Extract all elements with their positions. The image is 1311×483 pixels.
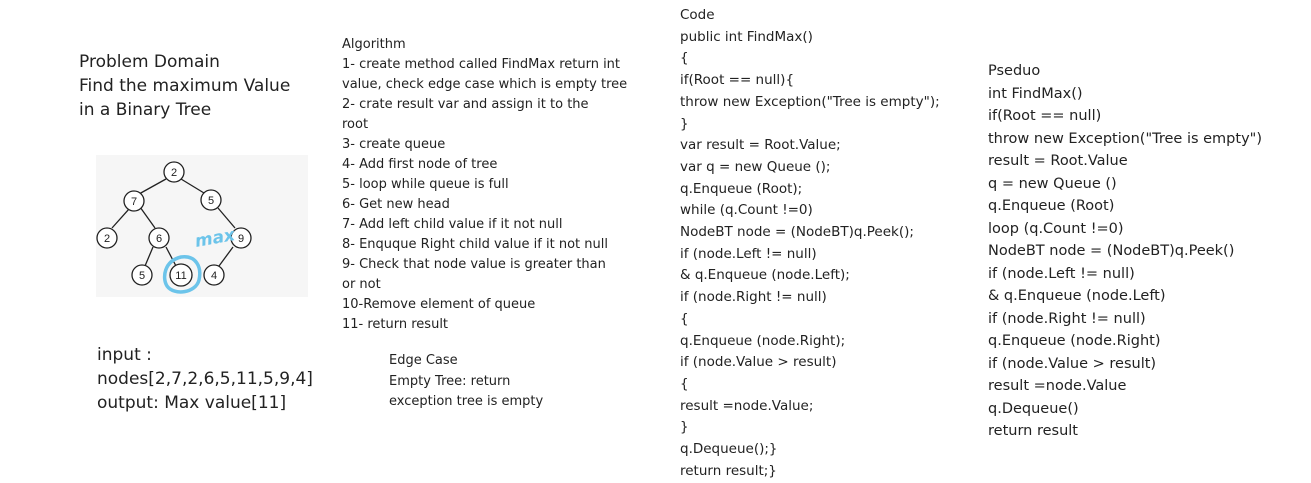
pseudo-line: result = Root.Value bbox=[988, 153, 1128, 169]
code-line: var result = Root.Value; bbox=[680, 137, 841, 154]
binary-tree-diagram: 2 7 5 2 6 9 5 11 4 max bbox=[96, 155, 308, 297]
pseudo-line: int FindMax() bbox=[988, 85, 1083, 102]
algorithm-line: 9- Check that node value is greater than bbox=[342, 257, 606, 272]
code-line: var q = new Queue (); bbox=[680, 158, 831, 175]
algorithm-line: or not bbox=[342, 277, 381, 292]
code-line: NodeBT node = (NodeBT)q.Peek(); bbox=[680, 224, 914, 241]
code-line: } bbox=[680, 419, 689, 436]
algorithm-line: 1- create method called FindMax return i… bbox=[342, 57, 621, 72]
code-line: while (q.Count !=0) bbox=[680, 202, 813, 219]
code-line: q.Enqueue (Root); bbox=[680, 180, 803, 197]
pseudo-line: q.Enqueue (node.Right) bbox=[988, 333, 1161, 349]
edge-case-note: Edge Case Empty Tree: return exception t… bbox=[389, 351, 543, 413]
tree-edge bbox=[218, 246, 234, 267]
algorithm-line: 10-Remove element of queue bbox=[342, 297, 536, 312]
pseudo-line: loop (q.Count !=0) bbox=[988, 220, 1124, 237]
algorithm-note: Algorithm 1- create method called FindMa… bbox=[342, 35, 627, 335]
pseudo-line: q = new Queue () bbox=[988, 175, 1117, 192]
tree-node-label: 4 bbox=[211, 270, 217, 282]
pseudo-line: if (node.Right != null) bbox=[988, 310, 1146, 327]
code-line: { bbox=[680, 375, 689, 392]
code-line: & q.Enqueue (node.Left); bbox=[680, 267, 850, 284]
algorithm-line: Algorithm bbox=[342, 37, 406, 52]
algorithm-line: root bbox=[342, 117, 369, 132]
tree-edge bbox=[111, 208, 130, 229]
pseudo-line: return result bbox=[988, 423, 1078, 439]
algorithm-line: 5- loop while queue is full bbox=[342, 177, 509, 192]
io-line: input : bbox=[97, 345, 152, 365]
code-line: if (node.Value > result) bbox=[680, 354, 837, 371]
code-line: q.Dequeue();} bbox=[680, 441, 778, 458]
algorithm-line: value, check edge case which is empty tr… bbox=[342, 77, 628, 92]
io-line: output: Max value[11] bbox=[97, 393, 287, 413]
algorithm-line: 8- Enquque Right child value if it not n… bbox=[342, 237, 608, 252]
tree-node-label: 2 bbox=[104, 233, 110, 245]
edge-case-line: Edge Case bbox=[389, 353, 458, 368]
algorithm-line: 4- Add first node of tree bbox=[342, 157, 498, 172]
pseudo-line: & q.Enqueue (node.Left) bbox=[988, 288, 1166, 304]
algorithm-line: 11- return result bbox=[342, 317, 449, 332]
pseudo-code-note: Pseduo int FindMax() if(Root == null) th… bbox=[988, 60, 1262, 443]
tree-node-label: 11 bbox=[175, 270, 186, 282]
edge-case-line: Empty Tree: return bbox=[389, 373, 511, 389]
code-line: Code bbox=[680, 7, 715, 23]
tree-node-label: 6 bbox=[156, 233, 162, 245]
code-line: { bbox=[680, 50, 689, 67]
code-line: { bbox=[680, 310, 689, 327]
tree-edge bbox=[144, 246, 154, 267]
pseudo-line: q.Dequeue() bbox=[988, 400, 1079, 417]
tree-edge bbox=[180, 178, 205, 194]
tree-edge bbox=[138, 178, 167, 195]
max-annotation: max bbox=[193, 225, 237, 252]
tree-edge bbox=[139, 206, 156, 229]
code-line: throw new Exception("Tree is empty"); bbox=[680, 93, 940, 110]
binary-tree-svg: 2 7 5 2 6 9 5 11 4 max bbox=[96, 161, 252, 294]
algorithm-line: 7- Add left child value if it not null bbox=[342, 217, 563, 232]
code-line: if(Root == null){ bbox=[680, 72, 795, 89]
problem-line: in a Binary Tree bbox=[79, 100, 212, 120]
code-note: Code public int FindMax() { if(Root == n… bbox=[680, 5, 940, 482]
io-line: nodes[2,7,2,6,5,11,5,9,4] bbox=[97, 369, 313, 389]
code-line: if (node.Left != null) bbox=[680, 245, 817, 262]
code-line: result =node.Value; bbox=[680, 397, 814, 414]
tree-node-label: 5 bbox=[139, 270, 145, 282]
pseudo-line: NodeBT node = (NodeBT)q.Peek() bbox=[988, 243, 1235, 259]
edge-case-line: exception tree is empty bbox=[389, 394, 544, 409]
pseudo-line: q.Enqueue (Root) bbox=[988, 198, 1115, 214]
problem-line: Find the maximum Value bbox=[79, 76, 291, 96]
pseudo-line: Pseduo bbox=[988, 63, 1041, 79]
problem-line: Problem Domain bbox=[79, 52, 220, 72]
tree-node-label: 9 bbox=[238, 233, 244, 245]
pseudo-line: if(Root == null) bbox=[988, 108, 1102, 124]
algorithm-line: 6- Get new head bbox=[342, 197, 450, 212]
code-line: q.Enqueue (node.Right); bbox=[680, 332, 846, 349]
pseudo-line: if (node.Value > result) bbox=[988, 355, 1157, 372]
pseudo-line: if (node.Left != null) bbox=[988, 265, 1135, 282]
tree-node-label: 7 bbox=[131, 196, 137, 208]
code-line: } bbox=[680, 115, 689, 132]
pseudo-line: result =node.Value bbox=[988, 378, 1127, 394]
algorithm-line: 2- crate result var and assign it to the bbox=[342, 97, 589, 112]
problem-domain-note: Problem Domain Find the maximum Value in… bbox=[79, 50, 290, 122]
pseudo-line: throw new Exception("Tree is empty") bbox=[988, 130, 1262, 147]
code-line: public int FindMax() bbox=[680, 28, 813, 45]
algorithm-line: 3- create queue bbox=[342, 137, 446, 152]
code-line: if (node.Right != null) bbox=[680, 289, 827, 306]
tree-node-label: 2 bbox=[171, 167, 177, 179]
tree-node-label: 5 bbox=[208, 195, 214, 207]
input-output-note: input : nodes[2,7,2,6,5,11,5,9,4] output… bbox=[97, 343, 313, 415]
code-line: return result;} bbox=[680, 462, 777, 479]
